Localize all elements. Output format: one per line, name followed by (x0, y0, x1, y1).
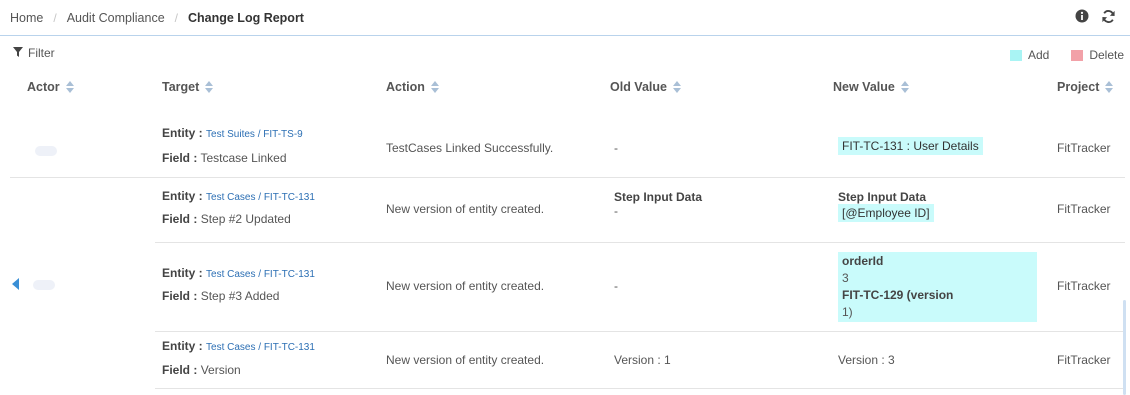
field-label: Field : (162, 151, 198, 165)
old-value: Step Input Data - (614, 190, 702, 218)
sort-icon (1105, 81, 1114, 93)
entity-label: Entity : (162, 126, 203, 140)
sort-icon (672, 81, 681, 93)
filter-button[interactable]: Filter (13, 46, 55, 60)
target-entity: Entity : Test Cases / FIT-TC-131 (162, 266, 315, 280)
target-entity: Entity : Test Cases / FIT-TC-131 (162, 339, 315, 353)
breadcrumb-separator: / (174, 10, 178, 25)
action-text: TestCases Linked Successfully. (386, 141, 554, 155)
sort-icon (900, 81, 909, 93)
project-name: FitTracker (1057, 141, 1111, 155)
new-value-text: 1) (842, 305, 853, 319)
actor-avatar (33, 280, 55, 290)
column-header-target-label: Target (162, 80, 200, 94)
breadcrumb-audit-compliance[interactable]: Audit Compliance (67, 11, 165, 25)
column-header-project-label: Project (1057, 80, 1100, 94)
action-text: New version of entity created. (386, 353, 545, 367)
new-value-added: [@Employee ID] (838, 204, 934, 222)
entity-link[interactable]: Test Cases / FIT-TC-131 (206, 192, 315, 203)
field-label: Field : (162, 289, 198, 303)
column-header-new-value-label: New Value (833, 80, 895, 94)
legend-add-swatch (1009, 49, 1022, 61)
target-field: Field : Version (162, 363, 241, 377)
column-header-actor-label: Actor (27, 80, 60, 94)
column-header-action-label: Action (386, 80, 425, 94)
row-divider (155, 331, 1125, 332)
target-entity: Entity : Test Suites / FIT-TS-9 (162, 126, 303, 140)
new-value-added-block: orderId 3 FIT-TC-129 (version 1) (838, 252, 1037, 322)
action-text: New version of entity created. (386, 279, 545, 293)
row-divider (155, 388, 1125, 389)
old-value: - (614, 141, 618, 155)
entity-link[interactable]: Test Suites / FIT-TS-9 (206, 129, 303, 140)
top-bar: Home / Audit Compliance / Change Log Rep… (0, 0, 1130, 36)
column-header-actor[interactable]: Actor (27, 80, 74, 94)
filter-label: Filter (28, 46, 55, 60)
new-value-title: orderId (842, 254, 884, 268)
entity-label: Entity : (162, 266, 203, 280)
legend-add-label: Add (1027, 48, 1050, 62)
refresh-icon[interactable] (1101, 9, 1116, 24)
row-divider (10, 177, 1125, 178)
project-name: FitTracker (1057, 353, 1111, 367)
target-field: Field : Testcase Linked (162, 151, 287, 165)
chevron-left-icon[interactable] (12, 278, 20, 293)
sort-icon (430, 81, 439, 93)
breadcrumb-current: Change Log Report (188, 10, 304, 25)
info-icon[interactable] (1075, 9, 1089, 24)
new-value-title: FIT-TC-129 (version (842, 288, 954, 302)
target-entity: Entity : Test Cases / FIT-TC-131 (162, 189, 315, 203)
sort-icon (205, 81, 214, 93)
entity-link[interactable]: Test Cases / FIT-TC-131 (206, 342, 315, 353)
new-value: Version : 3 (838, 353, 895, 367)
field-value: Testcase Linked (200, 151, 287, 165)
legend-delete-label: Delete (1089, 48, 1124, 62)
old-value: Version : 1 (614, 353, 671, 367)
project-name: FitTracker (1057, 202, 1111, 216)
old-value-title: Step Input Data (614, 190, 703, 204)
field-label: Field : (162, 363, 198, 377)
new-value-added: FIT-TC-131 : User Details (838, 137, 983, 155)
filter-icon (13, 46, 23, 60)
new-value-text: 3 (842, 271, 849, 285)
new-value: Step Input Data [@Employee ID] (838, 190, 934, 222)
scrollbar-thumb[interactable] (1123, 300, 1126, 395)
old-value-text: - (614, 204, 618, 218)
action-text: New version of entity created. (386, 202, 545, 216)
field-value: Step #3 Added (200, 289, 280, 303)
column-header-old-value[interactable]: Old Value (610, 80, 681, 94)
column-header-action[interactable]: Action (386, 80, 439, 94)
project-name: FitTracker (1057, 279, 1111, 293)
old-value: - (614, 279, 618, 293)
target-field: Field : Step #2 Updated (162, 212, 291, 226)
breadcrumb-separator: / (53, 10, 57, 25)
legend: Add Delete (1009, 48, 1124, 62)
column-header-new-value[interactable]: New Value (833, 80, 909, 94)
column-header-old-value-label: Old Value (610, 80, 667, 94)
target-field: Field : Step #3 Added (162, 289, 279, 303)
actor-avatar (35, 146, 57, 156)
field-label: Field : (162, 212, 198, 226)
column-header-target[interactable]: Target (162, 80, 214, 94)
breadcrumb-home[interactable]: Home (10, 11, 43, 25)
field-value: Version (200, 363, 241, 377)
new-value-title: Step Input Data (838, 190, 927, 204)
breadcrumb: Home / Audit Compliance / Change Log Rep… (0, 11, 304, 25)
sort-icon (65, 81, 74, 93)
row-divider (155, 242, 1125, 243)
legend-delete-swatch (1071, 49, 1084, 61)
field-value: Step #2 Updated (200, 212, 291, 226)
entity-label: Entity : (162, 339, 203, 353)
entity-link[interactable]: Test Cases / FIT-TC-131 (206, 269, 315, 280)
column-header-project[interactable]: Project (1057, 80, 1114, 94)
entity-label: Entity : (162, 189, 203, 203)
